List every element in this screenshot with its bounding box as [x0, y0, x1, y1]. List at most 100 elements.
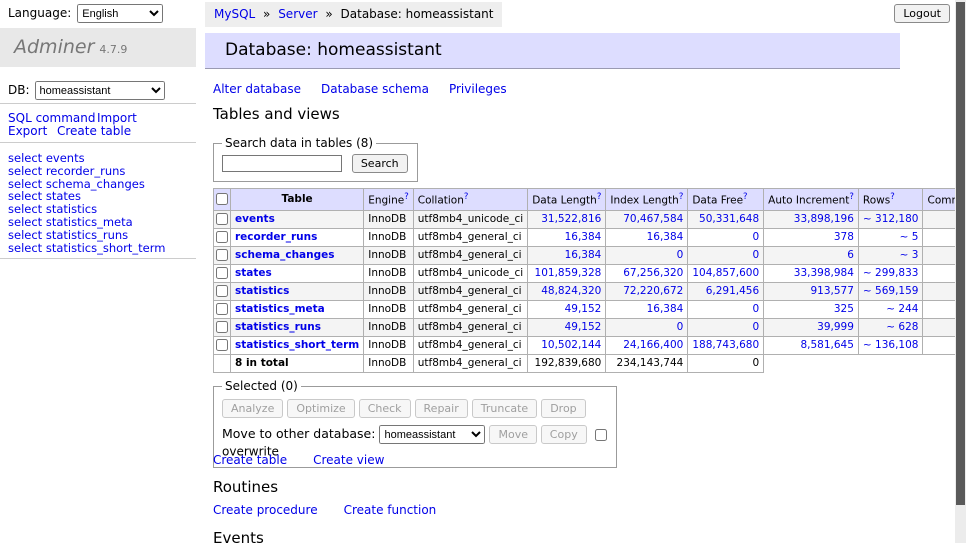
table-name-link[interactable]: statistics_short_term	[235, 339, 359, 351]
data-length-link[interactable]: 10,502,144	[532, 339, 601, 352]
select-all-checkbox[interactable]	[216, 193, 228, 205]
table-name-link[interactable]: schema_changes	[235, 249, 335, 261]
db-action-link[interactable]: Alter database	[213, 82, 301, 96]
move-label: Move to other database:	[222, 426, 375, 441]
move-button[interactable]: Move	[489, 425, 537, 444]
sql-command-link[interactable]: SQL command	[8, 111, 95, 125]
sidebar-table-link[interactable]: select statistics_short_term	[8, 242, 194, 255]
logout-button[interactable]: Logout	[894, 4, 950, 23]
column-hint-link[interactable]: ?	[404, 192, 409, 202]
data-length-link[interactable]: 31,522,816	[532, 213, 601, 226]
data-length-link[interactable]: 101,859,328	[532, 267, 601, 280]
search-button[interactable]: Search	[352, 154, 408, 173]
rows-link[interactable]: ~ 5	[863, 231, 919, 244]
create-table-link[interactable]: Create table	[213, 453, 287, 467]
row-checkbox[interactable]	[216, 303, 228, 315]
auto-increment-link[interactable]: 378	[768, 231, 854, 244]
auto-increment-link[interactable]: 39,999	[768, 321, 854, 334]
truncate-button[interactable]: Truncate	[472, 399, 537, 418]
index-length-link[interactable]: 67,256,320	[610, 267, 683, 280]
rows-link[interactable]: ~ 3	[863, 249, 919, 262]
table-name-link[interactable]: states	[235, 267, 272, 279]
sidebar-table-link[interactable]: select statistics_runs	[8, 229, 194, 242]
create-function-link[interactable]: Create function	[344, 503, 437, 517]
table-name-link[interactable]: recorder_runs	[235, 231, 317, 243]
data-length-link[interactable]: 48,824,320	[532, 285, 601, 298]
table-name-link[interactable]: statistics_runs	[235, 321, 321, 333]
data-free-link[interactable]: 0	[692, 249, 759, 262]
data-free-link[interactable]: 6,291,456	[692, 285, 759, 298]
table-name-link[interactable]: events	[235, 213, 275, 225]
index-length-link[interactable]: 24,166,400	[610, 339, 683, 352]
data-length-link[interactable]: 16,384	[532, 231, 601, 244]
row-checkbox[interactable]	[216, 231, 228, 243]
drop-button[interactable]: Drop	[541, 399, 585, 418]
scrollbar-thumb[interactable]	[956, 2, 965, 505]
move-database-select[interactable]: homeassistant	[379, 425, 485, 444]
index-length-link[interactable]: 70,467,584	[610, 213, 683, 226]
create-procedure-link[interactable]: Create procedure	[213, 503, 318, 517]
data-length-link[interactable]: 16,384	[532, 249, 601, 262]
auto-increment-link[interactable]: 8,581,645	[768, 339, 854, 352]
data-free-link[interactable]: 188,743,680	[692, 339, 759, 352]
column-hint-link[interactable]: ?	[679, 192, 684, 202]
overwrite-checkbox[interactable]	[595, 429, 607, 441]
db-action-link[interactable]: Database schema	[321, 82, 429, 96]
auto-increment-link[interactable]: 325	[768, 303, 854, 316]
table-name-link[interactable]: statistics_meta	[235, 303, 325, 315]
index-length-link[interactable]: 0	[610, 321, 683, 334]
search-input[interactable]	[222, 155, 342, 172]
analyze-button[interactable]: Analyze	[222, 399, 283, 418]
auto-increment-link[interactable]: 6	[768, 249, 854, 262]
row-checkbox[interactable]	[216, 339, 228, 351]
data-free-link[interactable]: 50,331,648	[692, 213, 759, 226]
rows-link[interactable]: ~ 244	[863, 303, 919, 316]
rows-link[interactable]: ~ 299,833	[863, 267, 919, 280]
create-table-link-sidebar[interactable]: Create table	[57, 124, 131, 138]
auto-increment-link[interactable]: 33,898,196	[768, 213, 854, 226]
column-hint-link[interactable]: ?	[464, 192, 469, 202]
breadcrumb-item[interactable]: MySQL	[214, 7, 255, 21]
db-action-link[interactable]: Privileges	[449, 82, 507, 96]
rows-link[interactable]: ~ 312,180	[863, 213, 919, 226]
check-button[interactable]: Check	[359, 399, 411, 418]
index-length-link[interactable]: 72,220,672	[610, 285, 683, 298]
row-checkbox[interactable]	[216, 249, 228, 261]
rows-link[interactable]: ~ 569,159	[863, 285, 919, 298]
row-checkbox[interactable]	[216, 213, 228, 225]
row-checkbox[interactable]	[216, 321, 228, 333]
repair-button[interactable]: Repair	[415, 399, 468, 418]
row-checkbox[interactable]	[216, 267, 228, 279]
data-free-link[interactable]: 0	[692, 321, 759, 334]
index-length-link[interactable]: 0	[610, 249, 683, 262]
rows-link[interactable]: ~ 628	[863, 321, 919, 334]
data-free-link[interactable]: 0	[692, 231, 759, 244]
sidebar-table-link[interactable]: select events	[8, 152, 194, 165]
rows-link[interactable]: ~ 136,108	[863, 339, 919, 352]
index-length-link[interactable]: 16,384	[610, 231, 683, 244]
column-hint-link[interactable]: ?	[597, 192, 602, 202]
sidebar-table-link[interactable]: select statistics_meta	[8, 216, 194, 229]
auto-increment-link[interactable]: 913,577	[768, 285, 854, 298]
import-link[interactable]: Import	[97, 111, 137, 125]
index-length-link[interactable]: 16,384	[610, 303, 683, 316]
scrollbar-track[interactable]	[955, 0, 966, 543]
table-name-link[interactable]: statistics	[235, 285, 289, 297]
row-checkbox[interactable]	[216, 285, 228, 297]
export-link[interactable]: Export	[8, 124, 47, 138]
data-length-link[interactable]: 49,152	[532, 303, 601, 316]
data-length-link[interactable]: 49,152	[532, 321, 601, 334]
data-free-link[interactable]: 0	[692, 303, 759, 316]
auto-increment-link[interactable]: 33,398,984	[768, 267, 854, 280]
column-hint-link[interactable]: ?	[743, 192, 748, 202]
column-hint-link[interactable]: ?	[849, 192, 854, 202]
db-select[interactable]: homeassistant	[35, 81, 165, 100]
create-view-link[interactable]: Create view	[313, 453, 384, 467]
sidebar-table-link[interactable]: select recorder_runs	[8, 165, 194, 178]
optimize-button[interactable]: Optimize	[287, 399, 354, 418]
copy-button[interactable]: Copy	[541, 425, 587, 444]
data-free-link[interactable]: 104,857,600	[692, 267, 759, 280]
column-hint-link[interactable]: ?	[890, 192, 895, 202]
breadcrumb-item[interactable]: Server	[278, 7, 317, 21]
data-free-cell: 104,857,600	[688, 264, 764, 282]
